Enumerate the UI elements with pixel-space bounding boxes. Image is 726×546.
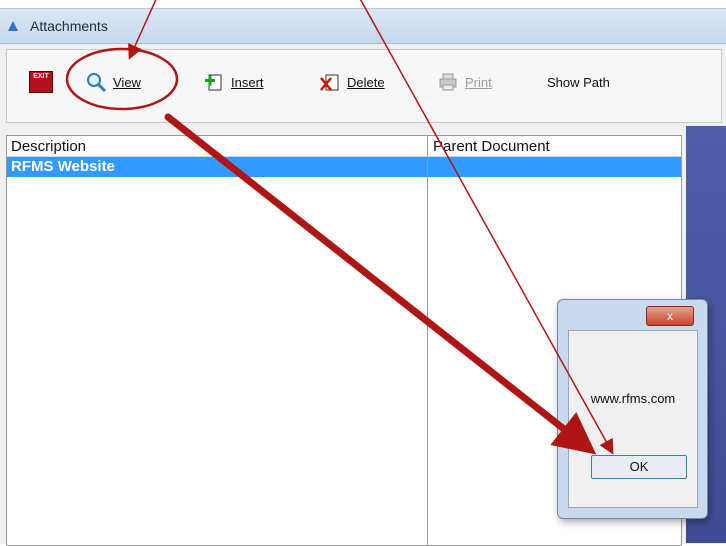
window-title: Attachments (30, 18, 108, 34)
show-path-label: Show Path (547, 74, 610, 90)
exit-icon: EXIT (29, 71, 53, 93)
delete-label: Delete (347, 74, 385, 90)
delete-icon (320, 74, 339, 91)
show-path-button[interactable]: Show Path (547, 68, 610, 96)
app-icon (8, 21, 18, 31)
print-label: Print (465, 74, 492, 90)
insert-button[interactable]: Insert (203, 68, 264, 96)
title-bar: Attachments (0, 9, 726, 44)
column-header-parent-document[interactable]: Parent Document (433, 138, 550, 155)
cell-description: RFMS Website (11, 158, 115, 175)
dialog-body: www.rfms.com OK (568, 330, 698, 508)
exit-button[interactable]: EXIT (29, 68, 53, 96)
column-header-description[interactable]: Description (11, 138, 86, 155)
grid-header: Description Parent Document (7, 136, 681, 157)
view-button[interactable]: View (85, 68, 141, 96)
delete-button[interactable]: Delete (319, 68, 385, 96)
message-dialog: x www.rfms.com OK (557, 299, 708, 519)
table-row[interactable]: RFMS Website (7, 157, 681, 177)
magnifier-icon (87, 73, 107, 93)
toolbar: EXIT View Insert Delete Print Show Path (6, 49, 722, 123)
close-icon: x (667, 309, 673, 323)
insert-label: Insert (231, 74, 264, 90)
view-label: View (113, 74, 141, 90)
insert-icon (205, 74, 222, 91)
close-button[interactable]: x (646, 306, 694, 326)
dialog-message: www.rfms.com (590, 391, 676, 406)
print-button[interactable]: Print (437, 68, 492, 96)
printer-icon (439, 73, 457, 91)
column-divider[interactable] (427, 136, 428, 545)
ok-button[interactable]: OK (591, 455, 687, 479)
